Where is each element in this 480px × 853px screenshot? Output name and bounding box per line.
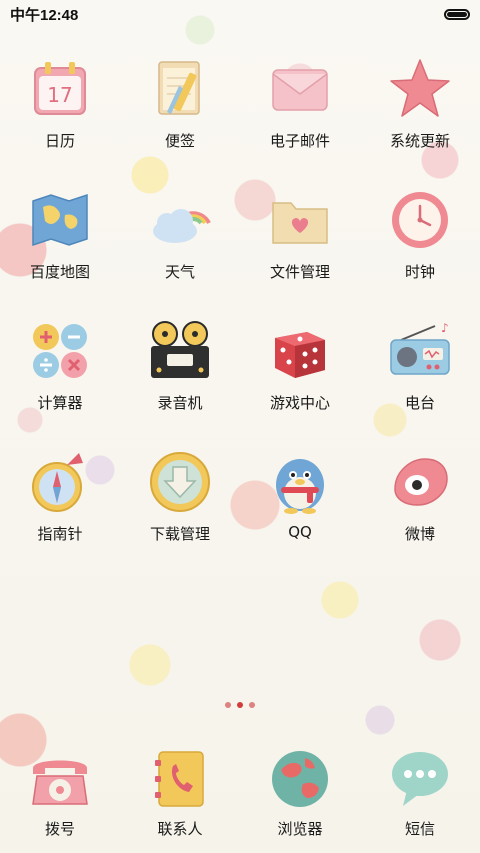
page-dot[interactable] bbox=[249, 702, 255, 708]
penguin-icon bbox=[267, 449, 333, 515]
tape-recorder-icon bbox=[147, 318, 213, 384]
calculator-icon bbox=[27, 318, 93, 384]
app-radio[interactable]: ♪ 电台 bbox=[360, 314, 480, 445]
contacts-phone-icon bbox=[147, 746, 213, 812]
app-label: 百度地图 bbox=[29, 263, 90, 281]
app-system-update[interactable]: 系统更新 bbox=[360, 52, 480, 183]
app-label: 指南针 bbox=[37, 525, 83, 543]
app-label: 短信 bbox=[404, 820, 435, 838]
dock: 拨号 联系人 浏览器 短信 bbox=[0, 742, 480, 839]
dice-icon bbox=[267, 318, 333, 384]
page-dot[interactable] bbox=[225, 702, 231, 708]
telephone-icon bbox=[27, 746, 93, 812]
calendar-icon: 17 bbox=[27, 56, 93, 122]
app-label: 时钟 bbox=[404, 263, 435, 281]
app-label: 系统更新 bbox=[389, 132, 450, 150]
map-icon bbox=[27, 187, 93, 253]
app-file-manager[interactable]: 文件管理 bbox=[240, 183, 360, 314]
app-game-center[interactable]: 游戏中心 bbox=[240, 314, 360, 445]
app-label: 日历 bbox=[44, 132, 75, 150]
envelope-icon bbox=[267, 56, 333, 122]
download-arrow-icon bbox=[147, 449, 213, 515]
page-dot-current[interactable] bbox=[237, 702, 243, 708]
app-notes[interactable]: 便签 bbox=[120, 52, 240, 183]
app-calculator[interactable]: 计算器 bbox=[0, 314, 120, 445]
compass-icon bbox=[27, 449, 93, 515]
app-clock[interactable]: 时钟 bbox=[360, 183, 480, 314]
notepad-icon bbox=[147, 56, 213, 122]
app-grid: 17 日历 便签 电子邮件 系统更新 百度地图 天气 文件管理 时钟 计算器 录… bbox=[0, 52, 480, 576]
app-download-manager[interactable]: 下载管理 bbox=[120, 445, 240, 576]
app-label: 录音机 bbox=[157, 394, 203, 412]
svg-text:♪: ♪ bbox=[441, 321, 449, 335]
app-recorder[interactable]: 录音机 bbox=[120, 314, 240, 445]
app-baidu-map[interactable]: 百度地图 bbox=[0, 183, 120, 314]
app-label: 微博 bbox=[404, 525, 435, 543]
globe-icon bbox=[267, 746, 333, 812]
app-label: 拨号 bbox=[44, 820, 75, 838]
app-label: 游戏中心 bbox=[269, 394, 330, 412]
radio-icon: ♪ bbox=[387, 318, 453, 384]
app-label: 联系人 bbox=[157, 820, 203, 838]
status-bar: 中午12:48 bbox=[0, 0, 480, 28]
app-label: 浏览器 bbox=[277, 820, 323, 838]
app-qq[interactable]: QQ bbox=[240, 445, 360, 576]
speech-bubble-icon bbox=[387, 746, 453, 812]
app-label: 便签 bbox=[164, 132, 195, 150]
weibo-eye-icon bbox=[387, 449, 453, 515]
app-label: 下载管理 bbox=[149, 525, 210, 543]
app-calendar[interactable]: 17 日历 bbox=[0, 52, 120, 183]
dock-contacts[interactable]: 联系人 bbox=[120, 742, 240, 839]
app-label: 电台 bbox=[404, 394, 435, 412]
clock-icon bbox=[387, 187, 453, 253]
folder-heart-icon bbox=[267, 187, 333, 253]
app-label: QQ bbox=[288, 523, 312, 541]
app-label: 计算器 bbox=[37, 394, 83, 412]
app-email[interactable]: 电子邮件 bbox=[240, 52, 360, 183]
dock-browser[interactable]: 浏览器 bbox=[240, 742, 360, 839]
cloud-rainbow-icon bbox=[147, 187, 213, 253]
star-icon bbox=[387, 56, 453, 122]
app-label: 电子邮件 bbox=[269, 132, 330, 150]
status-time: 中午12:48 bbox=[10, 6, 79, 24]
app-weather[interactable]: 天气 bbox=[120, 183, 240, 314]
app-compass[interactable]: 指南针 bbox=[0, 445, 120, 576]
dock-sms[interactable]: 短信 bbox=[360, 742, 480, 839]
app-label: 文件管理 bbox=[269, 263, 330, 281]
dock-dialer[interactable]: 拨号 bbox=[0, 742, 120, 839]
app-weibo[interactable]: 微博 bbox=[360, 445, 480, 576]
page-indicator[interactable] bbox=[0, 702, 480, 708]
app-label: 天气 bbox=[164, 263, 195, 281]
battery-full-icon bbox=[444, 8, 470, 20]
calendar-day: 17 bbox=[47, 83, 72, 107]
